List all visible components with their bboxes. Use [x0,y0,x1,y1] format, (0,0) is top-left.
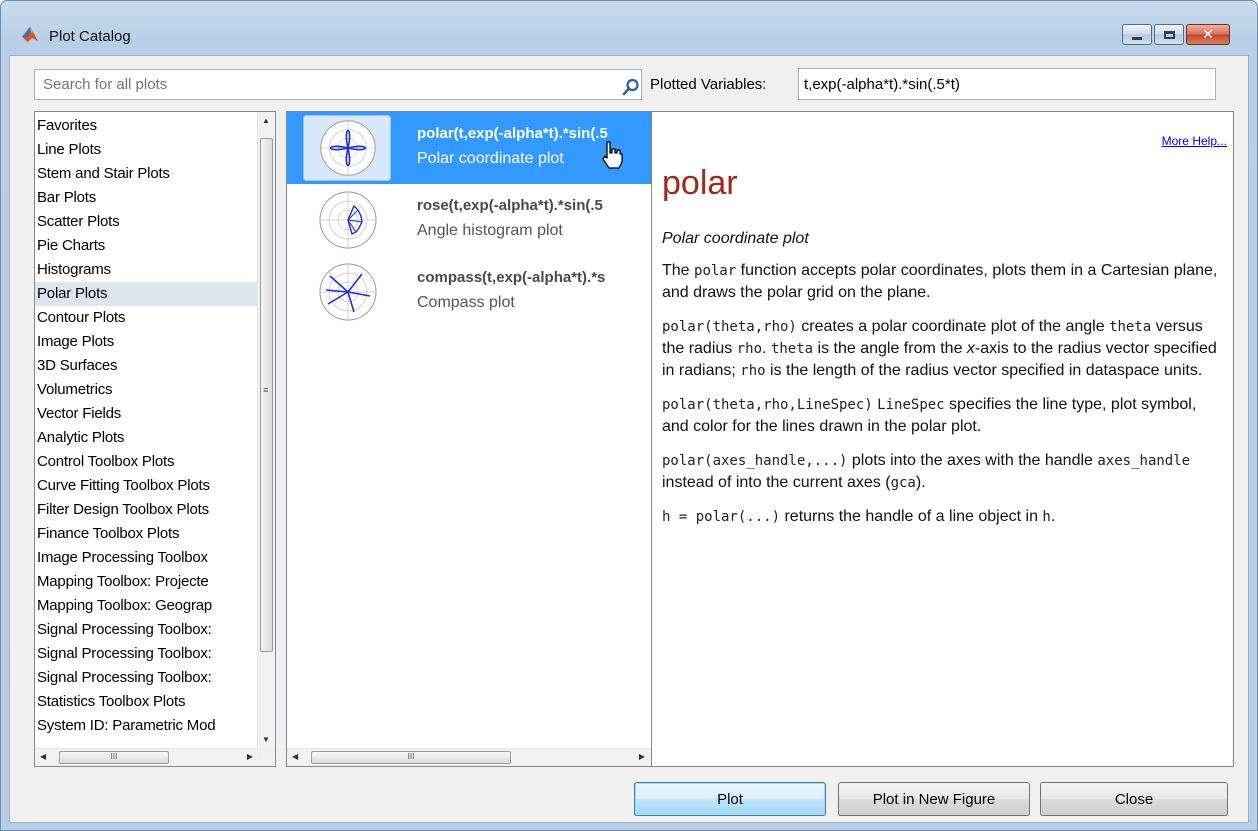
plot-list[interactable]: polar(t,exp(-alpha*t).*sin(.5 Polar coor… [286,111,652,767]
category-item[interactable]: Contour Plots [35,306,259,330]
scroll-thumb[interactable]: ≡ [260,138,273,652]
scroll-down-icon[interactable]: ▼ [262,735,270,744]
polar-plot-icon [303,115,391,181]
plot-command: compass(t,exp(-alpha*t).*s [417,269,606,286]
help-paragraph: The polar function accepts polar coordin… [662,262,1218,301]
category-item[interactable]: Volumetrics [35,378,259,402]
maximize-icon [1163,30,1175,39]
category-item[interactable]: Curve Fitting Toolbox Plots [35,474,259,498]
plotted-variables-input[interactable] [798,68,1216,100]
category-item[interactable]: Histograms [35,258,259,282]
category-item[interactable]: Line Plots [35,138,259,162]
category-item[interactable]: Statistics Toolbox Plots [35,690,259,714]
category-item[interactable]: Filter Design Toolbox Plots [35,498,259,522]
search-icon[interactable] [622,78,640,96]
category-item[interactable]: Bar Plots [35,186,259,210]
search-input[interactable] [35,70,641,99]
minimize-icon [1132,36,1142,40]
category-item[interactable]: 3D Surfaces [35,354,259,378]
plot-command: polar(t,exp(-alpha*t).*sin(.5 [417,125,608,142]
more-help-link[interactable]: More Help... [1162,134,1227,148]
plot-description: Angle histogram plot [417,222,563,239]
category-list[interactable]: Favorites Line Plots Stem and Stair Plots B… [34,111,276,767]
help-paragraph: polar(theta,rho,LineSpec) LineSpec speci… [662,396,1197,435]
scroll-up-icon[interactable]: ▲ [262,116,270,125]
scroll-left-icon[interactable]: ◀ [292,752,298,761]
category-item[interactable]: Signal Processing Toolbox: [35,642,259,666]
help-body: The polar function accepts polar coordin… [662,260,1222,540]
help-subtitle: Polar coordinate plot [662,230,809,247]
category-horizontal-scrollbar[interactable]: ◀ III ▶ [35,748,259,766]
category-item[interactable]: Vector Fields [35,402,259,426]
client-area: Plotted Variables: FavoritesLine PlotsSt… [9,55,1249,823]
category-item[interactable]: Pie Charts [35,234,259,258]
plot-catalog-window: Plot Catalog ✕ Plotted Variables: Favori… [0,0,1258,831]
window-controls: ✕ [1120,24,1230,45]
search-box[interactable] [34,69,642,100]
plot-command: rose(t,exp(-alpha*t).*sin(.5 [417,197,603,214]
category-item[interactable]: Signal Processing Toolbox: [35,618,259,642]
category-item[interactable]: System ID: Parametric Mod [35,714,259,738]
category-item[interactable]: Image Processing Toolbox [35,546,259,570]
scroll-right-icon[interactable]: ▶ [247,752,253,761]
window-title: Plot Catalog [49,28,131,45]
grip-icon: ≡ [263,385,269,395]
category-vertical-scrollbar[interactable]: ▲ ≡ ▼ [257,112,275,748]
help-paragraph: h = polar(...) returns the handle of a l… [662,508,1056,525]
category-item[interactable]: Mapping Toolbox: Geograp [35,594,259,618]
scroll-thumb[interactable]: III [311,751,511,764]
category-item[interactable]: Control Toolbox Plots [35,450,259,474]
category-item[interactable]: Analytic Plots [35,426,259,450]
scroll-thumb[interactable]: III [59,751,169,764]
help-paragraph: polar(axes_handle,...) plots into the ax… [662,452,1191,491]
scroll-left-icon[interactable]: ◀ [40,752,46,761]
plot-description: Polar coordinate plot [417,150,564,167]
help-paragraph: polar(theta,rho) creates a polar coordin… [662,318,1217,379]
close-button[interactable]: Close [1040,782,1228,816]
category-item[interactable]: Stem and Stair Plots [35,162,259,186]
plot-item-rose[interactable]: rose(t,exp(-alpha*t).*sin(.5 Angle histo… [287,184,651,256]
category-item[interactable]: Image Plots [35,330,259,354]
category-item[interactable]: Scatter Plots [35,210,259,234]
plot-item-compass[interactable]: compass(t,exp(-alpha*t).*s Compass plot [287,256,651,328]
maximize-button[interactable] [1154,24,1184,45]
plot-button[interactable]: Plot [634,782,826,816]
category-item[interactable]: Finance Toolbox Plots [35,522,259,546]
category-items: Favorites Line Plots Stem and Stair Plots B… [35,114,259,738]
category-item[interactable]: Polar Plots [35,282,259,306]
hand-cursor-icon [602,141,623,169]
rose-plot-icon [319,191,377,249]
matlab-logo-icon [22,27,38,42]
plot-item-polar[interactable]: polar(t,exp(-alpha*t).*sin(.5 Polar coor… [287,112,651,184]
help-title: polar [662,164,738,202]
category-item[interactable]: Favorites [35,114,259,138]
scroll-corner [257,748,275,766]
plot-description: Compass plot [417,294,515,311]
close-icon: ✕ [1202,26,1214,43]
plotted-variables-label: Plotted Variables: [650,76,767,93]
category-item[interactable]: Signal Processing Toolbox: [35,666,259,690]
close-window-button[interactable]: ✕ [1186,24,1230,45]
title-bar[interactable]: Plot Catalog ✕ [1,1,1257,53]
category-item[interactable]: Mapping Toolbox: Projecte [35,570,259,594]
compass-plot-icon [319,263,377,321]
plot-in-new-figure-button[interactable]: Plot in New Figure [838,782,1030,816]
scroll-right-icon[interactable]: ▶ [639,752,645,761]
plot-horizontal-scrollbar[interactable]: ◀ III ▶ [287,748,651,766]
help-pane: More Help... polar Polar coordinate plot… [652,111,1234,767]
minimize-button[interactable] [1122,24,1152,45]
